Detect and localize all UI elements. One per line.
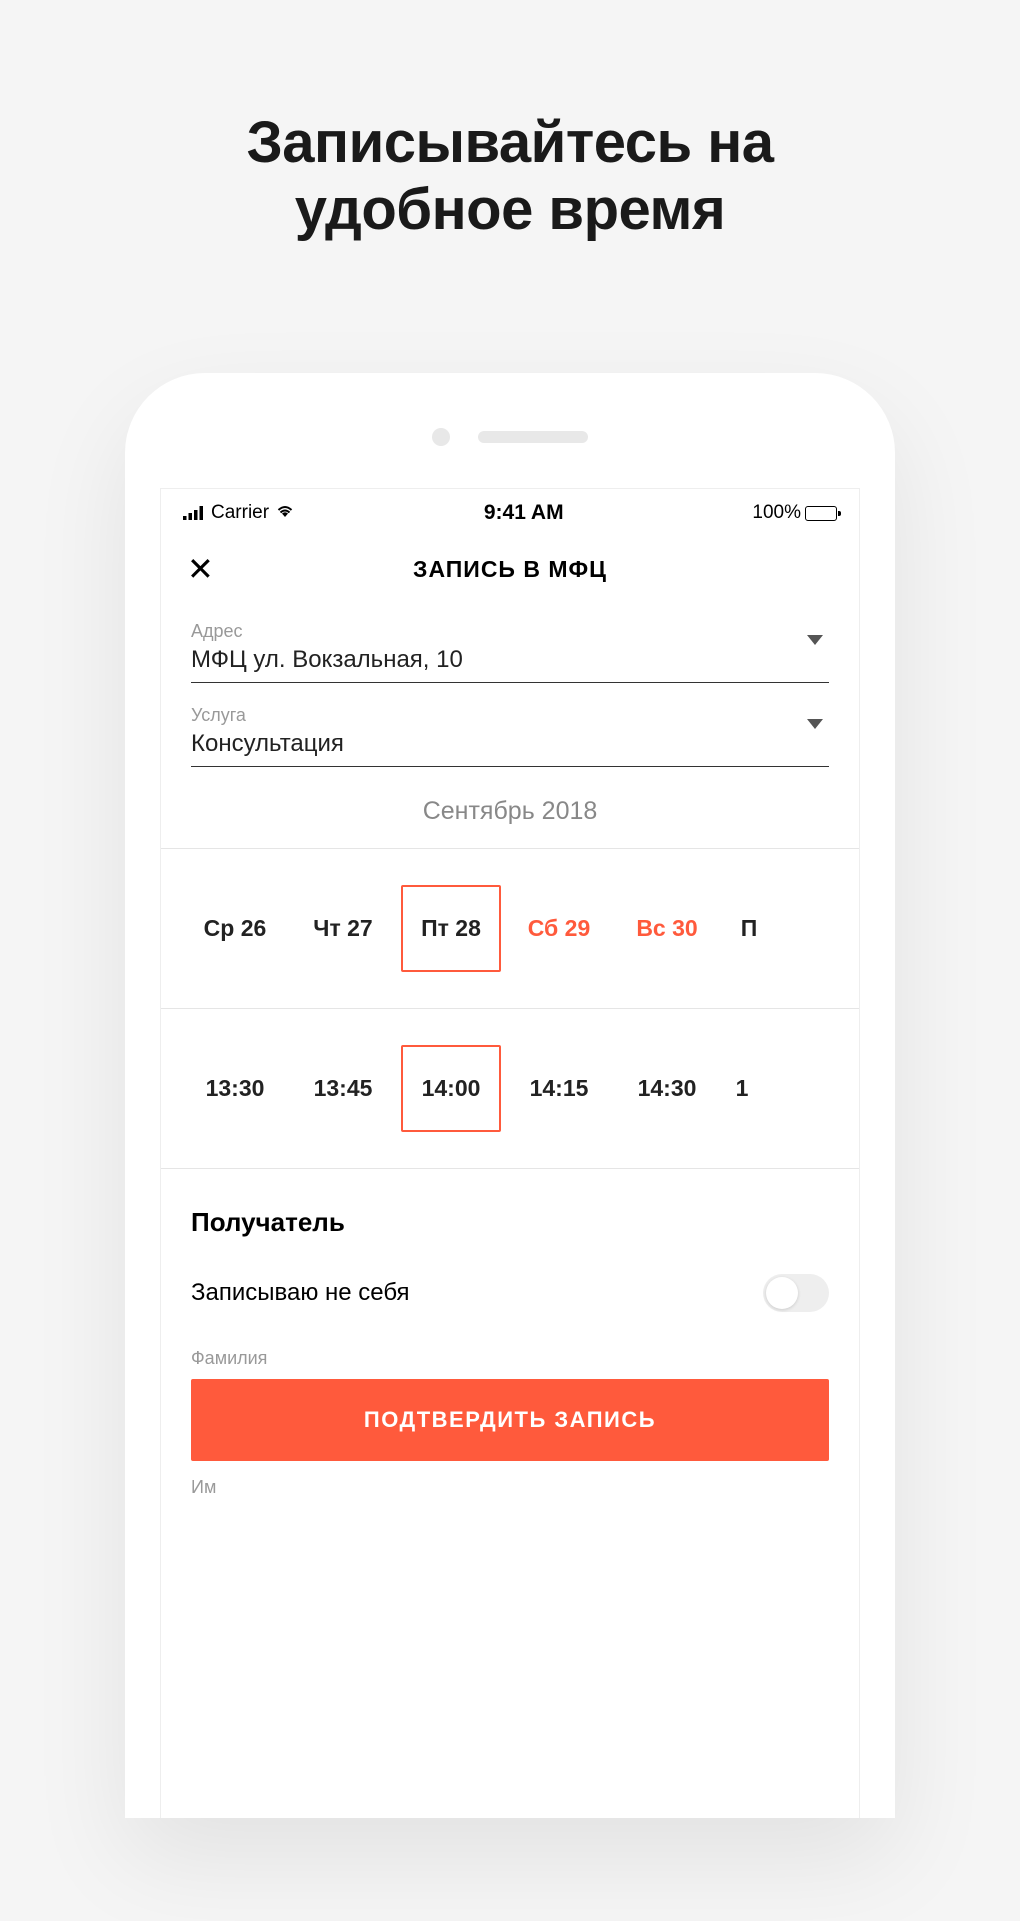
date-option[interactable]: Сб 29 xyxy=(509,887,609,970)
carrier-label: Carrier xyxy=(211,502,269,524)
phone-hardware-top xyxy=(125,428,895,446)
name-label-partial: Им xyxy=(191,1477,829,1498)
promo-heading: Записывайтесь на удобное время xyxy=(0,110,1020,243)
nav-title: ЗАПИСЬ В МФЦ xyxy=(413,556,607,583)
battery-percent: 100% xyxy=(752,502,801,524)
camera-dot-icon xyxy=(432,428,450,446)
speaker-slot-icon xyxy=(478,431,588,443)
lastname-label: Фамилия xyxy=(191,1348,829,1369)
time-option[interactable]: 13:30 xyxy=(185,1047,285,1130)
time-option[interactable]: 13:45 xyxy=(293,1047,393,1130)
status-left: Carrier xyxy=(183,502,295,524)
date-option[interactable]: Чт 27 xyxy=(293,887,393,970)
month-label: Сентябрь 2018 xyxy=(161,797,859,826)
toggle-row: Записываю не себя xyxy=(161,1274,859,1342)
status-bar: Carrier 9:41 AM 100% xyxy=(161,489,859,535)
wifi-icon xyxy=(275,502,295,524)
battery-icon xyxy=(805,506,837,521)
promo-line1: Записывайтесь на xyxy=(246,110,773,175)
date-option[interactable]: Ср 26 xyxy=(185,887,285,970)
date-picker-row[interactable]: Ср 26Чт 27Пт 28Сб 29Вс 30П xyxy=(161,849,859,1008)
chevron-down-icon xyxy=(807,719,823,729)
service-label: Услуга xyxy=(191,705,829,726)
status-right: 100% xyxy=(752,502,837,524)
toggle-label: Записываю не себя xyxy=(191,1279,410,1307)
date-option[interactable]: П xyxy=(725,887,765,970)
other-person-toggle[interactable] xyxy=(763,1274,829,1312)
signal-icon xyxy=(183,506,205,520)
address-value: МФЦ ул. Вокзальная, 10 xyxy=(191,646,829,674)
app-screen: Carrier 9:41 AM 100% ✕ ЗАПИСЬ В МФЦ Адре… xyxy=(160,488,860,1818)
chevron-down-icon xyxy=(807,635,823,645)
time-option[interactable]: 14:00 xyxy=(401,1045,501,1132)
confirm-button[interactable]: ПОДТВЕРДИТЬ ЗАПИСЬ xyxy=(191,1379,829,1461)
time-option[interactable]: 14:30 xyxy=(617,1047,717,1130)
status-time: 9:41 AM xyxy=(484,501,564,525)
recipient-section-title: Получатель xyxy=(191,1207,829,1238)
phone-frame: Carrier 9:41 AM 100% ✕ ЗАПИСЬ В МФЦ Адре… xyxy=(125,373,895,1818)
nav-bar: ✕ ЗАПИСЬ В МФЦ xyxy=(161,535,859,603)
date-option[interactable]: Вс 30 xyxy=(617,887,717,970)
time-option[interactable]: 14:15 xyxy=(509,1047,609,1130)
close-icon[interactable]: ✕ xyxy=(187,553,214,585)
service-select[interactable]: Услуга Консультация xyxy=(191,705,829,767)
address-label: Адрес xyxy=(191,621,829,642)
toggle-knob-icon xyxy=(766,1277,798,1309)
divider xyxy=(161,1168,859,1169)
time-option[interactable]: 1 xyxy=(725,1047,755,1130)
address-select[interactable]: Адрес МФЦ ул. Вокзальная, 10 xyxy=(191,621,829,683)
service-value: Консультация xyxy=(191,730,829,758)
promo-line2: удобное время xyxy=(295,177,726,242)
time-picker-row[interactable]: 13:3013:4514:0014:1514:301 xyxy=(161,1009,859,1168)
date-option[interactable]: Пт 28 xyxy=(401,885,501,972)
